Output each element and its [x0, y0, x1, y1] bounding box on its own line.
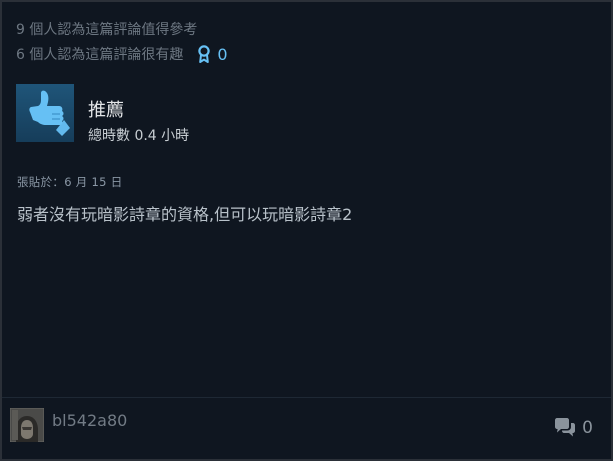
- avatar[interactable]: [10, 408, 44, 442]
- review-body: 弱者沒有玩暗影詩章的資格,但可以玩暗影詩章2: [17, 205, 353, 224]
- funny-count-label: 6 個人認為這篇評論很有趣: [16, 47, 184, 63]
- avatar-image: [10, 408, 44, 442]
- helpful-count-label: 9 個人認為這篇評論值得參考: [16, 22, 198, 38]
- playtime-hours: 總時數 0.4 小時: [88, 128, 190, 144]
- posted-date: 張貼於：6 月 15 日: [17, 175, 123, 189]
- funny-count-text: 6 個人認為這篇評論很有趣 0: [16, 44, 228, 64]
- comments-button[interactable]: 0: [554, 418, 593, 438]
- award-ribbon-icon: [197, 45, 211, 63]
- comments-icon: [554, 418, 576, 438]
- comment-count: 0: [582, 418, 593, 438]
- review-card: 9 個人認為這篇評論值得參考 6 個人認為這篇評論很有趣 0 推薦 總時數 0.…: [2, 2, 611, 459]
- award-count: 0: [217, 44, 228, 64]
- username-link[interactable]: bl542a80: [52, 411, 127, 430]
- helpful-count-text: 9 個人認為這篇評論值得參考: [16, 19, 197, 39]
- recommendation-thumb[interactable]: [16, 84, 74, 142]
- thumbs-up-icon: [16, 84, 74, 142]
- award-button[interactable]: 0: [197, 44, 228, 64]
- recommendation-label: 推薦: [88, 100, 124, 121]
- footer-divider: [2, 397, 611, 398]
